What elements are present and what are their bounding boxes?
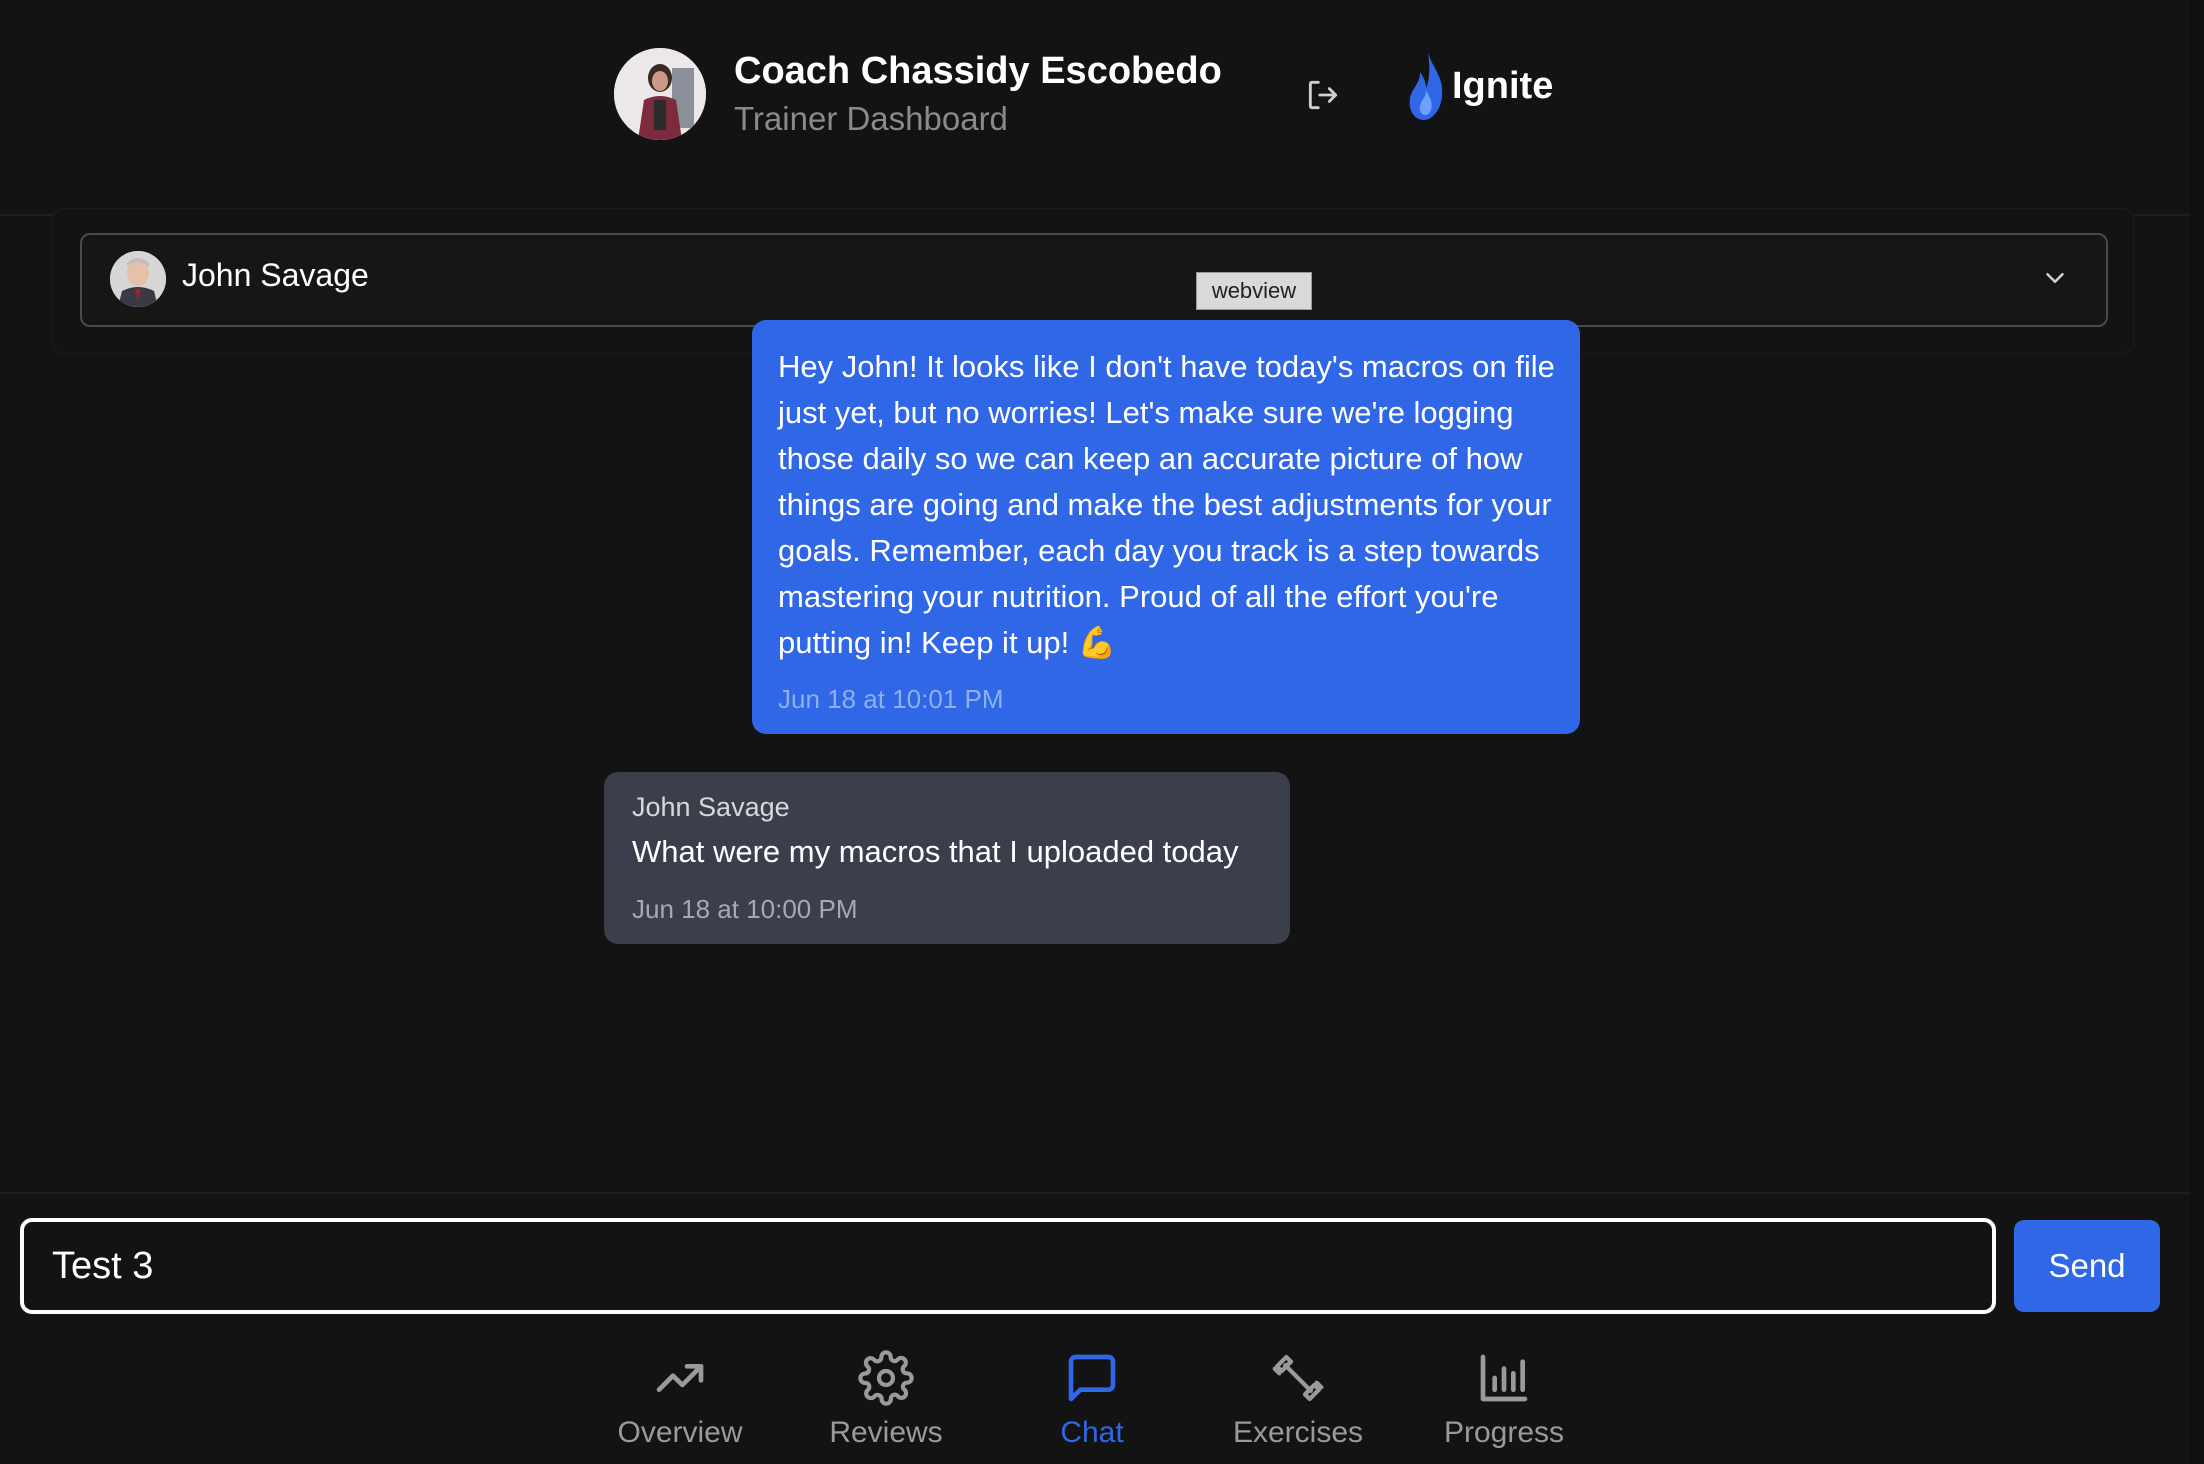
tab-chat[interactable]: Chat: [1012, 1350, 1172, 1460]
tab-label: Exercises: [1232, 1416, 1364, 1449]
bottom-tab-bar: Overview Reviews Chat Exercises Progress: [0, 1342, 2190, 1464]
coach-avatar: [614, 48, 706, 140]
message-input[interactable]: [20, 1218, 1996, 1314]
tab-label: Overview: [617, 1416, 743, 1449]
app-header: Coach Chassidy Escobedo Trainer Dashboar…: [0, 0, 2190, 216]
client-avatar: [110, 251, 166, 307]
client-message-bubble: John Savage What were my macros that I u…: [604, 772, 1290, 944]
tab-exercises[interactable]: Exercises: [1218, 1350, 1378, 1460]
window-edge: [2190, 0, 2204, 1464]
flame-icon: [1409, 52, 1443, 120]
trending-up-icon: [656, 1364, 704, 1392]
brand-name: Ignite: [1452, 64, 1554, 107]
dumbbell-icon: [1272, 1354, 1324, 1402]
tab-label: Reviews: [829, 1416, 943, 1449]
message-text: What were my macros that I uploaded toda…: [632, 834, 1239, 869]
selected-client-name: John Savage: [182, 257, 369, 293]
message-sender: John Savage: [632, 792, 790, 822]
webview-badge: webview: [1196, 272, 1312, 310]
bar-chart-icon: [1480, 1354, 1528, 1402]
coach-message-bubble: Hey John! It looks like I don't have tod…: [752, 320, 1580, 734]
brand-logo: Ignite: [1406, 50, 1553, 122]
message-timestamp: Jun 18 at 10:01 PM: [778, 684, 1004, 714]
message-text: Hey John! It looks like I don't have tod…: [778, 349, 1555, 660]
logout-icon[interactable]: [1304, 76, 1342, 114]
client-selector-dropdown[interactable]: John Savage: [80, 233, 2108, 327]
chat-icon: [1068, 1354, 1116, 1402]
page-subtitle: Trainer Dashboard: [734, 100, 1008, 137]
tab-label: Chat: [1060, 1416, 1124, 1449]
coach-name: Coach Chassidy Escobedo: [734, 50, 1222, 92]
chevron-down-icon[interactable]: [2040, 263, 2070, 293]
tab-progress[interactable]: Progress: [1424, 1350, 1584, 1460]
send-button[interactable]: Send: [2014, 1220, 2160, 1312]
gear-icon: [858, 1350, 914, 1406]
tab-reviews[interactable]: Reviews: [806, 1350, 966, 1460]
tab-overview[interactable]: Overview: [600, 1350, 760, 1460]
message-timestamp: Jun 18 at 10:00 PM: [632, 894, 858, 924]
tab-label: Progress: [1443, 1416, 1565, 1449]
